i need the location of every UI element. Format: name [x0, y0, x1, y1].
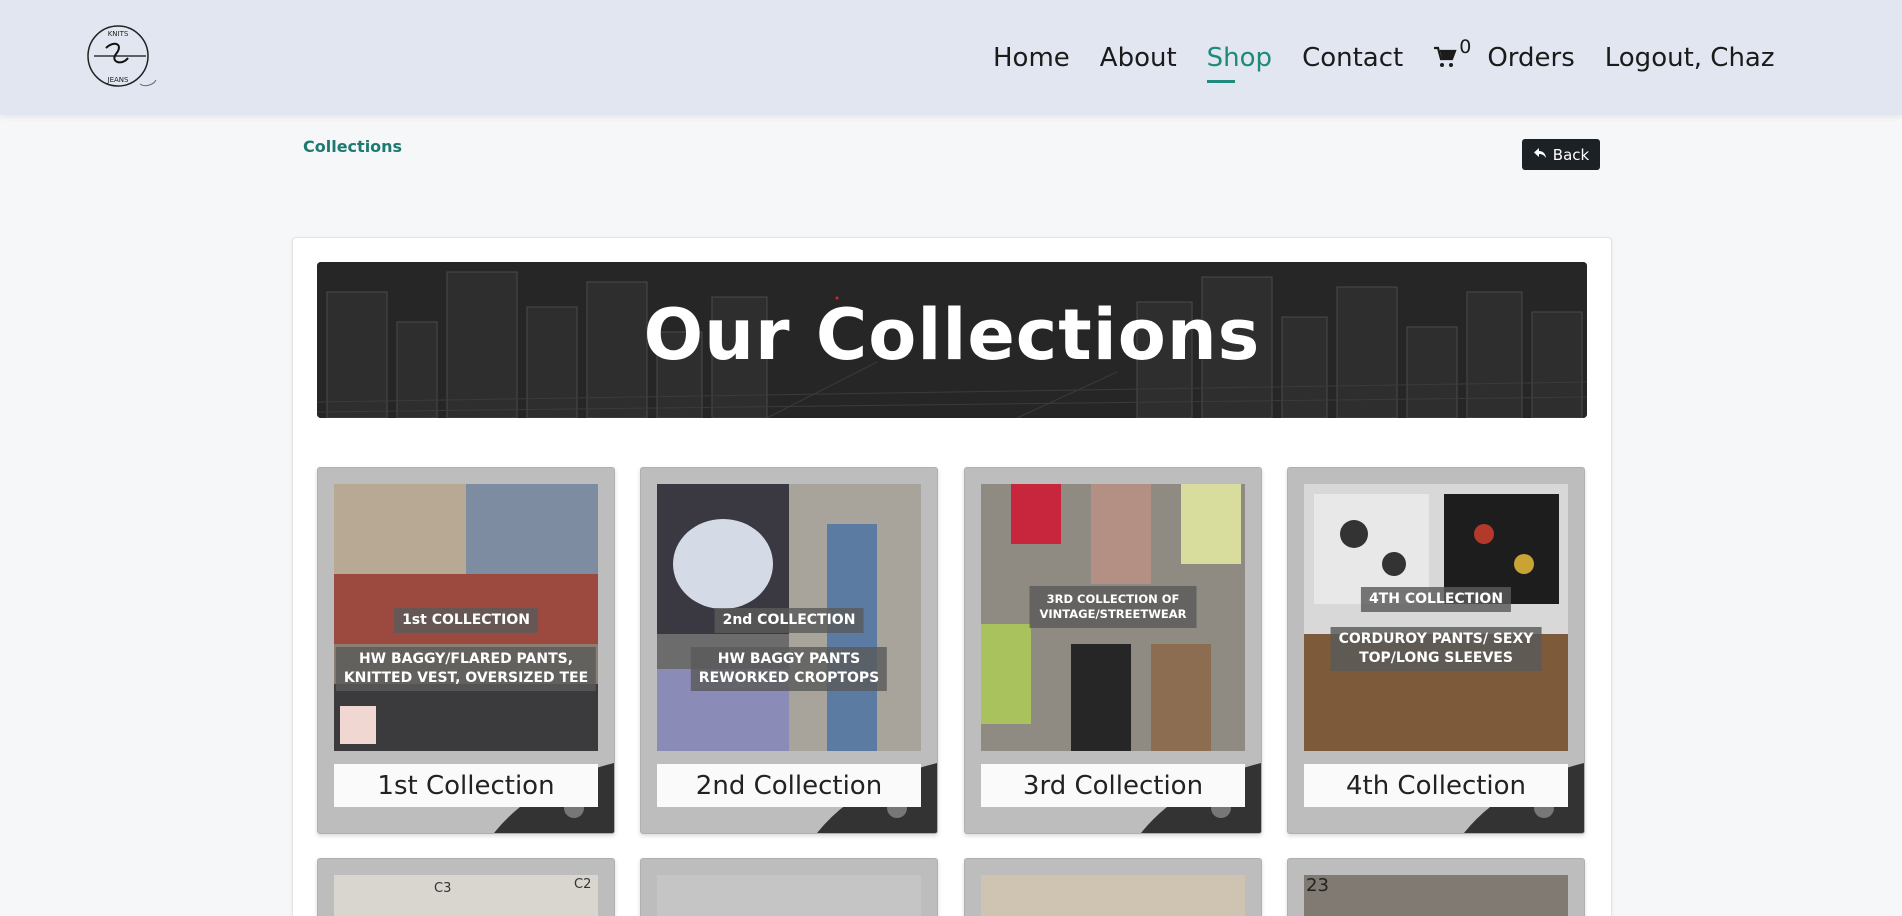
collection-image-4[interactable]: 4TH COLLECTION CORDUROY PANTS/ SEXY TOP/…: [1304, 484, 1568, 751]
nav-home[interactable]: Home: [993, 43, 1070, 73]
collection-image-5[interactable]: C3 C2: [334, 875, 598, 916]
nav-shop[interactable]: Shop: [1206, 43, 1272, 83]
collection-label-2a: 2nd COLLECTION: [714, 608, 864, 633]
cart-count-badge: 0: [1459, 36, 1472, 58]
collection-title-1[interactable]: 1st Collection: [334, 764, 598, 807]
collection-label-4b: CORDUROY PANTS/ SEXY TOP/LONG SLEEVES: [1330, 627, 1542, 671]
photo-tag-23: 23: [1306, 875, 1329, 896]
collection-image-1[interactable]: 1st COLLECTION HW BAGGY/FLARED PANTS, KN…: [334, 484, 598, 751]
photo-tag-c2: C2: [574, 877, 592, 892]
collection-label-3: 3RD COLLECTION OF VINTAGE/STREETWEAR: [1029, 586, 1197, 628]
collection-image-3[interactable]: 3RD COLLECTION OF VINTAGE/STREETWEAR: [981, 484, 1245, 751]
svg-text:KNITS: KNITS: [108, 30, 129, 38]
main-navigation: Home About Shop Contact 0 Orders Logout,…: [993, 36, 1775, 83]
back-button-label: Back: [1552, 145, 1590, 164]
banner-title: Our Collections: [643, 294, 1261, 376]
photo-tag-c3: C3: [434, 881, 452, 896]
collection-card-3[interactable]: 3RD COLLECTION OF VINTAGE/STREETWEAR 3rd…: [964, 467, 1262, 834]
cart-link[interactable]: 0: [1433, 36, 1471, 76]
collection-image-2[interactable]: 2nd COLLECTION HW BAGGY PANTS REWORKED C…: [657, 484, 921, 751]
collection-title-2[interactable]: 2nd Collection: [657, 764, 921, 807]
collection-card-2[interactable]: 2nd COLLECTION HW BAGGY PANTS REWORKED C…: [640, 467, 938, 834]
collection-card-1[interactable]: 1st COLLECTION HW BAGGY/FLARED PANTS, KN…: [317, 467, 615, 834]
collections-banner: Our Collections: [317, 262, 1587, 418]
nav-orders[interactable]: Orders: [1487, 43, 1574, 73]
collection-card-6[interactable]: [640, 858, 938, 916]
collection-card-7[interactable]: [964, 858, 1262, 916]
svg-text:JEANS: JEANS: [107, 76, 130, 84]
back-button[interactable]: Back: [1522, 139, 1600, 170]
collection-card-4[interactable]: 4TH COLLECTION CORDUROY PANTS/ SEXY TOP/…: [1287, 467, 1585, 834]
collection-label-2b: HW BAGGY PANTS REWORKED CROPTOPS: [690, 647, 888, 691]
top-navbar: KNITS JEANS Home About Shop Contact 0 Or…: [0, 0, 1902, 115]
nav-about[interactable]: About: [1100, 43, 1177, 73]
collection-image-8[interactable]: 23: [1304, 875, 1568, 916]
breadcrumb-collections[interactable]: Collections: [303, 137, 402, 156]
collection-image-7[interactable]: [981, 875, 1245, 916]
collection-title-4[interactable]: 4th Collection: [1304, 764, 1568, 807]
collection-title-3[interactable]: 3rd Collection: [981, 764, 1245, 807]
nav-contact[interactable]: Contact: [1302, 43, 1403, 73]
collection-card-5[interactable]: C3 C2: [317, 858, 615, 916]
shopping-cart-icon: [1433, 40, 1457, 76]
collection-label-1a: 1st COLLECTION: [394, 608, 538, 633]
brand-logo-icon[interactable]: KNITS JEANS: [82, 22, 158, 90]
nav-logout[interactable]: Logout, Chaz: [1605, 43, 1775, 73]
collection-label-4a: 4TH COLLECTION: [1360, 587, 1512, 612]
collection-label-1b: HW BAGGY/FLARED PANTS, KNITTED VEST, OVE…: [335, 647, 597, 691]
reply-arrow-icon: [1533, 146, 1547, 164]
collections-card: Our Collections 1st COLLECTION HW BAGGY/…: [292, 237, 1612, 916]
collection-card-8[interactable]: 23: [1287, 858, 1585, 916]
collection-image-6[interactable]: [657, 875, 921, 916]
